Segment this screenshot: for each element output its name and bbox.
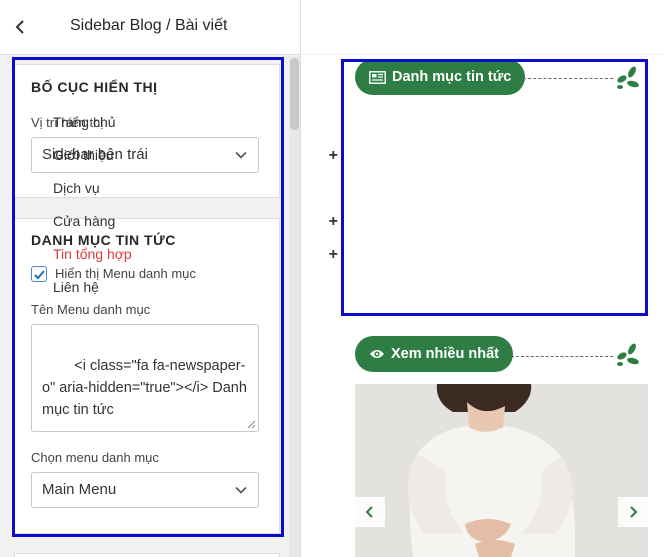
chevron-left-icon: [15, 20, 24, 34]
show-menu-checkbox[interactable]: [31, 266, 47, 282]
menu-item[interactable]: Dịch vụ: [53, 172, 340, 205]
menu-item-label: Tin tổng hợp: [53, 246, 132, 262]
panel-title: Sidebar Blog / Bài viết: [70, 17, 228, 34]
post-thumbnail[interactable]: [355, 384, 648, 557]
category-menu: Trang chủ Giới thiệu + Dịch vụ Cửa hàng + Tin …: [53, 106, 340, 304]
choose-menu-label: Chọn menu danh mục: [31, 450, 159, 465]
most-viewed-heading: Xem nhiều nhất: [355, 336, 513, 372]
menu-name-textarea[interactable]: <i class="fa fa-newspaper-o" aria-hidden…: [31, 324, 259, 432]
menu-item-label: Dịch vụ: [53, 180, 100, 196]
menu-item-label: Liên hệ: [53, 279, 99, 295]
menu-name-label: Tên Menu danh mục: [31, 302, 151, 317]
menu-item[interactable]: Cửa hàng +: [53, 205, 340, 238]
leaf-icon: [617, 66, 639, 89]
menu-item-label: Trang chủ: [53, 114, 116, 130]
category-heading: Danh mục tin tức: [355, 59, 526, 95]
most-viewed-heading-text: Xem nhiều nhất: [391, 346, 499, 362]
slider-next-button[interactable]: [618, 497, 648, 527]
menu-item-label: Cửa hàng: [53, 213, 116, 229]
menu-item[interactable]: Giới thiệu +: [53, 139, 340, 172]
menu-item-label: Giới thiệu: [53, 147, 114, 163]
expand-plus-icon[interactable]: +: [329, 205, 338, 238]
layout-section-title: BỐ CỤC HIỂN THỊ: [31, 79, 158, 95]
expand-plus-icon[interactable]: +: [329, 238, 338, 271]
preview-topbar: [302, 0, 664, 55]
category-heading-text: Danh mục tin tức: [392, 69, 512, 85]
chevron-right-icon: [630, 506, 638, 518]
chevron-down-icon: [235, 486, 247, 494]
resize-grip-icon[interactable]: [246, 419, 256, 429]
checkmark-icon: [34, 270, 45, 280]
heading-divider: [523, 78, 613, 79]
slider-prev-button[interactable]: [355, 497, 385, 527]
menu-name-text: <i class="fa fa-newspaper-o" aria-hidden…: [42, 358, 251, 418]
eye-icon: [370, 350, 384, 358]
choose-menu-value: Main Menu: [42, 481, 117, 498]
menu-item[interactable]: Liên hệ: [53, 271, 340, 304]
menu-item[interactable]: Trang chủ: [53, 106, 340, 139]
back-button[interactable]: [8, 14, 32, 40]
person-photo: [355, 384, 648, 557]
next-section: [14, 553, 280, 557]
chevron-left-icon: [365, 506, 373, 518]
choose-menu-select[interactable]: Main Menu: [31, 472, 259, 508]
heading-divider: [511, 356, 613, 357]
leaf-icon: [617, 343, 639, 366]
menu-item[interactable]: Tin tổng hợp +: [53, 238, 340, 271]
newspaper-icon: [369, 70, 386, 84]
panel-header: Sidebar Blog / Bài viết: [0, 0, 300, 55]
expand-plus-icon[interactable]: +: [329, 139, 338, 172]
